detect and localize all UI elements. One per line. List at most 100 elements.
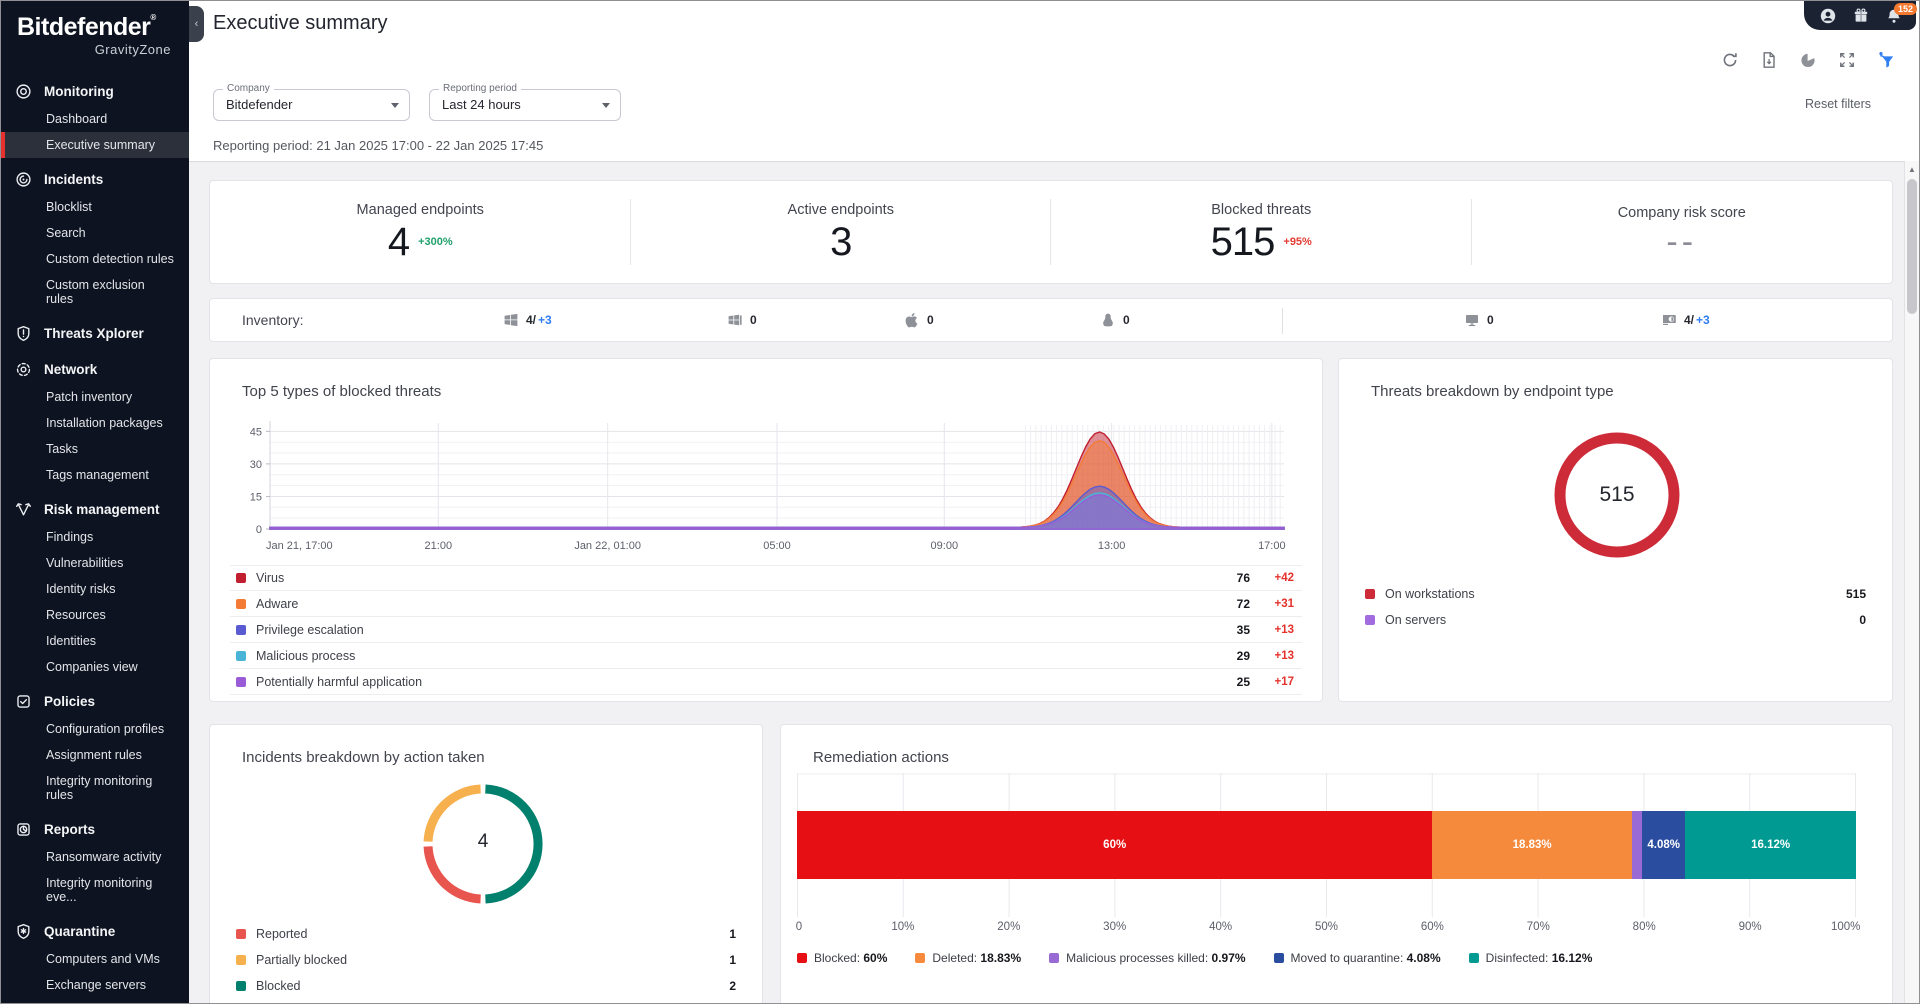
inventory-count: 0 bbox=[1123, 313, 1130, 327]
bell-icon[interactable]: 152 bbox=[1886, 8, 1902, 24]
sidebar-item-integrity-monitoring-rules[interactable]: Integrity monitoring rules bbox=[1, 768, 189, 808]
scrollbar-thumb[interactable] bbox=[1907, 179, 1917, 314]
sidebar-item-custom-exclusion-rules[interactable]: Custom exclusion rules bbox=[1, 272, 189, 312]
sidebar-item-computers-and-vms[interactable]: Computers and VMs bbox=[1, 946, 189, 972]
legend-swatch bbox=[1049, 953, 1059, 963]
sidebar-item-assignment-rules[interactable]: Assignment rules bbox=[1, 742, 189, 768]
sidebar-item-companies-view[interactable]: Companies view bbox=[1, 654, 189, 680]
endpoint-legend-row-on-servers: On servers0 bbox=[1365, 607, 1866, 633]
stat-value: 515 bbox=[1211, 222, 1275, 262]
inventory-item-virtual-machine[interactable]: 4/+3 bbox=[1661, 312, 1710, 328]
expand-icon[interactable] bbox=[1838, 51, 1856, 69]
filter-icon[interactable] bbox=[1877, 51, 1895, 69]
legend-swatch bbox=[797, 953, 807, 963]
policies-icon bbox=[15, 693, 32, 710]
segment-label: 60% bbox=[1103, 839, 1126, 851]
pie-chart-icon[interactable] bbox=[1799, 51, 1817, 69]
stat-value: 3 bbox=[830, 222, 851, 262]
sidebar-item-executive-summary[interactable]: Executive summary bbox=[1, 132, 189, 158]
chevron-down-icon bbox=[391, 103, 399, 108]
sidebar-section-label: Monitoring bbox=[44, 84, 114, 99]
remediation-legend-blocked: Blocked: 60% bbox=[797, 951, 887, 965]
refresh-icon[interactable] bbox=[1721, 51, 1739, 69]
segment-name: On servers bbox=[1385, 613, 1859, 627]
sidebar-item-ransomware-activity[interactable]: Ransomware activity bbox=[1, 844, 189, 870]
threat-name: Privilege escalation bbox=[256, 623, 1204, 637]
remediation-segment-blocked: 60% bbox=[797, 811, 1432, 879]
axis-tick-label: 60% bbox=[1421, 921, 1444, 933]
sidebar-item-tasks[interactable]: Tasks bbox=[1, 436, 189, 462]
axis-tick-label: 50% bbox=[1315, 921, 1338, 933]
sidebar-item-identity-risks[interactable]: Identity risks bbox=[1, 576, 189, 602]
user-icon[interactable] bbox=[1820, 8, 1836, 24]
reports-icon bbox=[15, 821, 32, 838]
sidebar-section-incidents[interactable]: Incidents bbox=[1, 165, 189, 194]
inventory-delta: +3 bbox=[1696, 313, 1710, 327]
sidebar-item-integrity-monitoring-eve[interactable]: Integrity monitoring eve... bbox=[1, 870, 189, 910]
incidents-total-value: 4 bbox=[413, 831, 553, 853]
page-scrollbar[interactable]: ▲ bbox=[1904, 161, 1919, 1003]
threat-count: 72 bbox=[1204, 597, 1250, 611]
sidebar-item-identities[interactable]: Identities bbox=[1, 628, 189, 654]
threat-legend-row-virus: Virus76+42 bbox=[230, 565, 1302, 591]
sidebar-section-label: Policies bbox=[44, 694, 95, 709]
logo-product: GravityZone bbox=[17, 42, 171, 57]
sidebar-collapse-button[interactable]: ‹ bbox=[189, 6, 204, 42]
sidebar-item-vulnerabilities[interactable]: Vulnerabilities bbox=[1, 550, 189, 576]
inventory-item-workstation[interactable]: 0 bbox=[1464, 312, 1494, 328]
inventory-item-windows-server[interactable]: 0 bbox=[727, 312, 757, 328]
scrollbar-up-arrow[interactable]: ▲ bbox=[1905, 161, 1919, 177]
inventory-item-apple[interactable]: 0 bbox=[904, 312, 934, 328]
segment-name: Partially blocked bbox=[256, 953, 729, 967]
sidebar-section-reports[interactable]: Reports bbox=[1, 815, 189, 844]
incidents-by-action-card: Incidents breakdown by action taken 4 Re… bbox=[209, 724, 763, 1004]
company-select-value: Bitdefender bbox=[214, 90, 409, 120]
sidebar-item-search[interactable]: Search bbox=[1, 220, 189, 246]
sidebar-item-configuration-profiles[interactable]: Configuration profiles bbox=[1, 716, 189, 742]
inventory-item-windows[interactable]: 4/+3 bbox=[503, 312, 552, 328]
sidebar-item-dashboard[interactable]: Dashboard bbox=[1, 106, 189, 132]
sidebar-item-installation-packages[interactable]: Installation packages bbox=[1, 410, 189, 436]
segment-value: 0 bbox=[1859, 613, 1866, 627]
legend-text: Disinfected: 16.12% bbox=[1486, 951, 1593, 965]
gift-icon[interactable] bbox=[1853, 8, 1869, 24]
axis-tick-label: 10% bbox=[891, 921, 914, 933]
svg-text:13:00: 13:00 bbox=[1098, 540, 1126, 552]
sidebar-item-resources[interactable]: Resources bbox=[1, 602, 189, 628]
threat-legend-row-malicious-process: Malicious process29+13 bbox=[230, 643, 1302, 669]
incident-legend-row-blocked: Blocked2 bbox=[236, 973, 736, 999]
legend-swatch bbox=[236, 955, 246, 965]
export-report-icon[interactable] bbox=[1760, 51, 1778, 69]
stat-active-endpoints: Active endpoints3 bbox=[631, 181, 1052, 283]
sidebar-section-network[interactable]: Network bbox=[1, 355, 189, 384]
sidebar-item-custom-detection-rules[interactable]: Custom detection rules bbox=[1, 246, 189, 272]
inventory-item-linux[interactable]: 0 bbox=[1100, 312, 1130, 328]
stat-label: Company risk score bbox=[1618, 205, 1746, 221]
axis-tick-label: 100% bbox=[1831, 921, 1860, 933]
remediation-segment-disinfected: 16.12% bbox=[1685, 811, 1856, 879]
reset-filters-link[interactable]: Reset filters bbox=[1805, 97, 1871, 111]
sidebar-item-exchange-servers[interactable]: Exchange servers bbox=[1, 972, 189, 998]
reporting-period-select[interactable]: Reporting period Last 24 hours bbox=[429, 89, 621, 121]
sidebar-section-threats-xplorer[interactable]: Threats Xplorer bbox=[1, 319, 189, 348]
sidebar-section-risk-management[interactable]: Risk management bbox=[1, 495, 189, 524]
sidebar-item-blocklist[interactable]: Blocklist bbox=[1, 194, 189, 220]
sidebar-item-findings[interactable]: Findings bbox=[1, 524, 189, 550]
axis-tick-label: 80% bbox=[1633, 921, 1656, 933]
sidebar-section-monitoring[interactable]: Monitoring bbox=[1, 77, 189, 106]
sidebar-section-policies[interactable]: Policies bbox=[1, 687, 189, 716]
svg-text:05:00: 05:00 bbox=[763, 540, 791, 552]
notification-badge: 152 bbox=[1894, 3, 1917, 15]
quarantine-icon bbox=[15, 923, 32, 940]
sidebar-item-tags-management[interactable]: Tags management bbox=[1, 462, 189, 488]
legend-swatch bbox=[236, 599, 246, 609]
remediation-legend-malicious-processes-killed: Malicious processes killed: 0.97% bbox=[1049, 951, 1245, 965]
remediation-stacked-bar: 60%18.83%4.08%16.12% bbox=[797, 811, 1856, 879]
sidebar-item-patch-inventory[interactable]: Patch inventory bbox=[1, 384, 189, 410]
threat-count: 25 bbox=[1204, 675, 1250, 689]
inventory-bar: Inventory: 4/+300004/+3 bbox=[209, 298, 1893, 342]
legend-swatch bbox=[1274, 953, 1284, 963]
sidebar-section-quarantine[interactable]: Quarantine bbox=[1, 917, 189, 946]
company-select[interactable]: Company Bitdefender bbox=[213, 89, 410, 121]
segment-label: 4.08% bbox=[1647, 839, 1680, 851]
